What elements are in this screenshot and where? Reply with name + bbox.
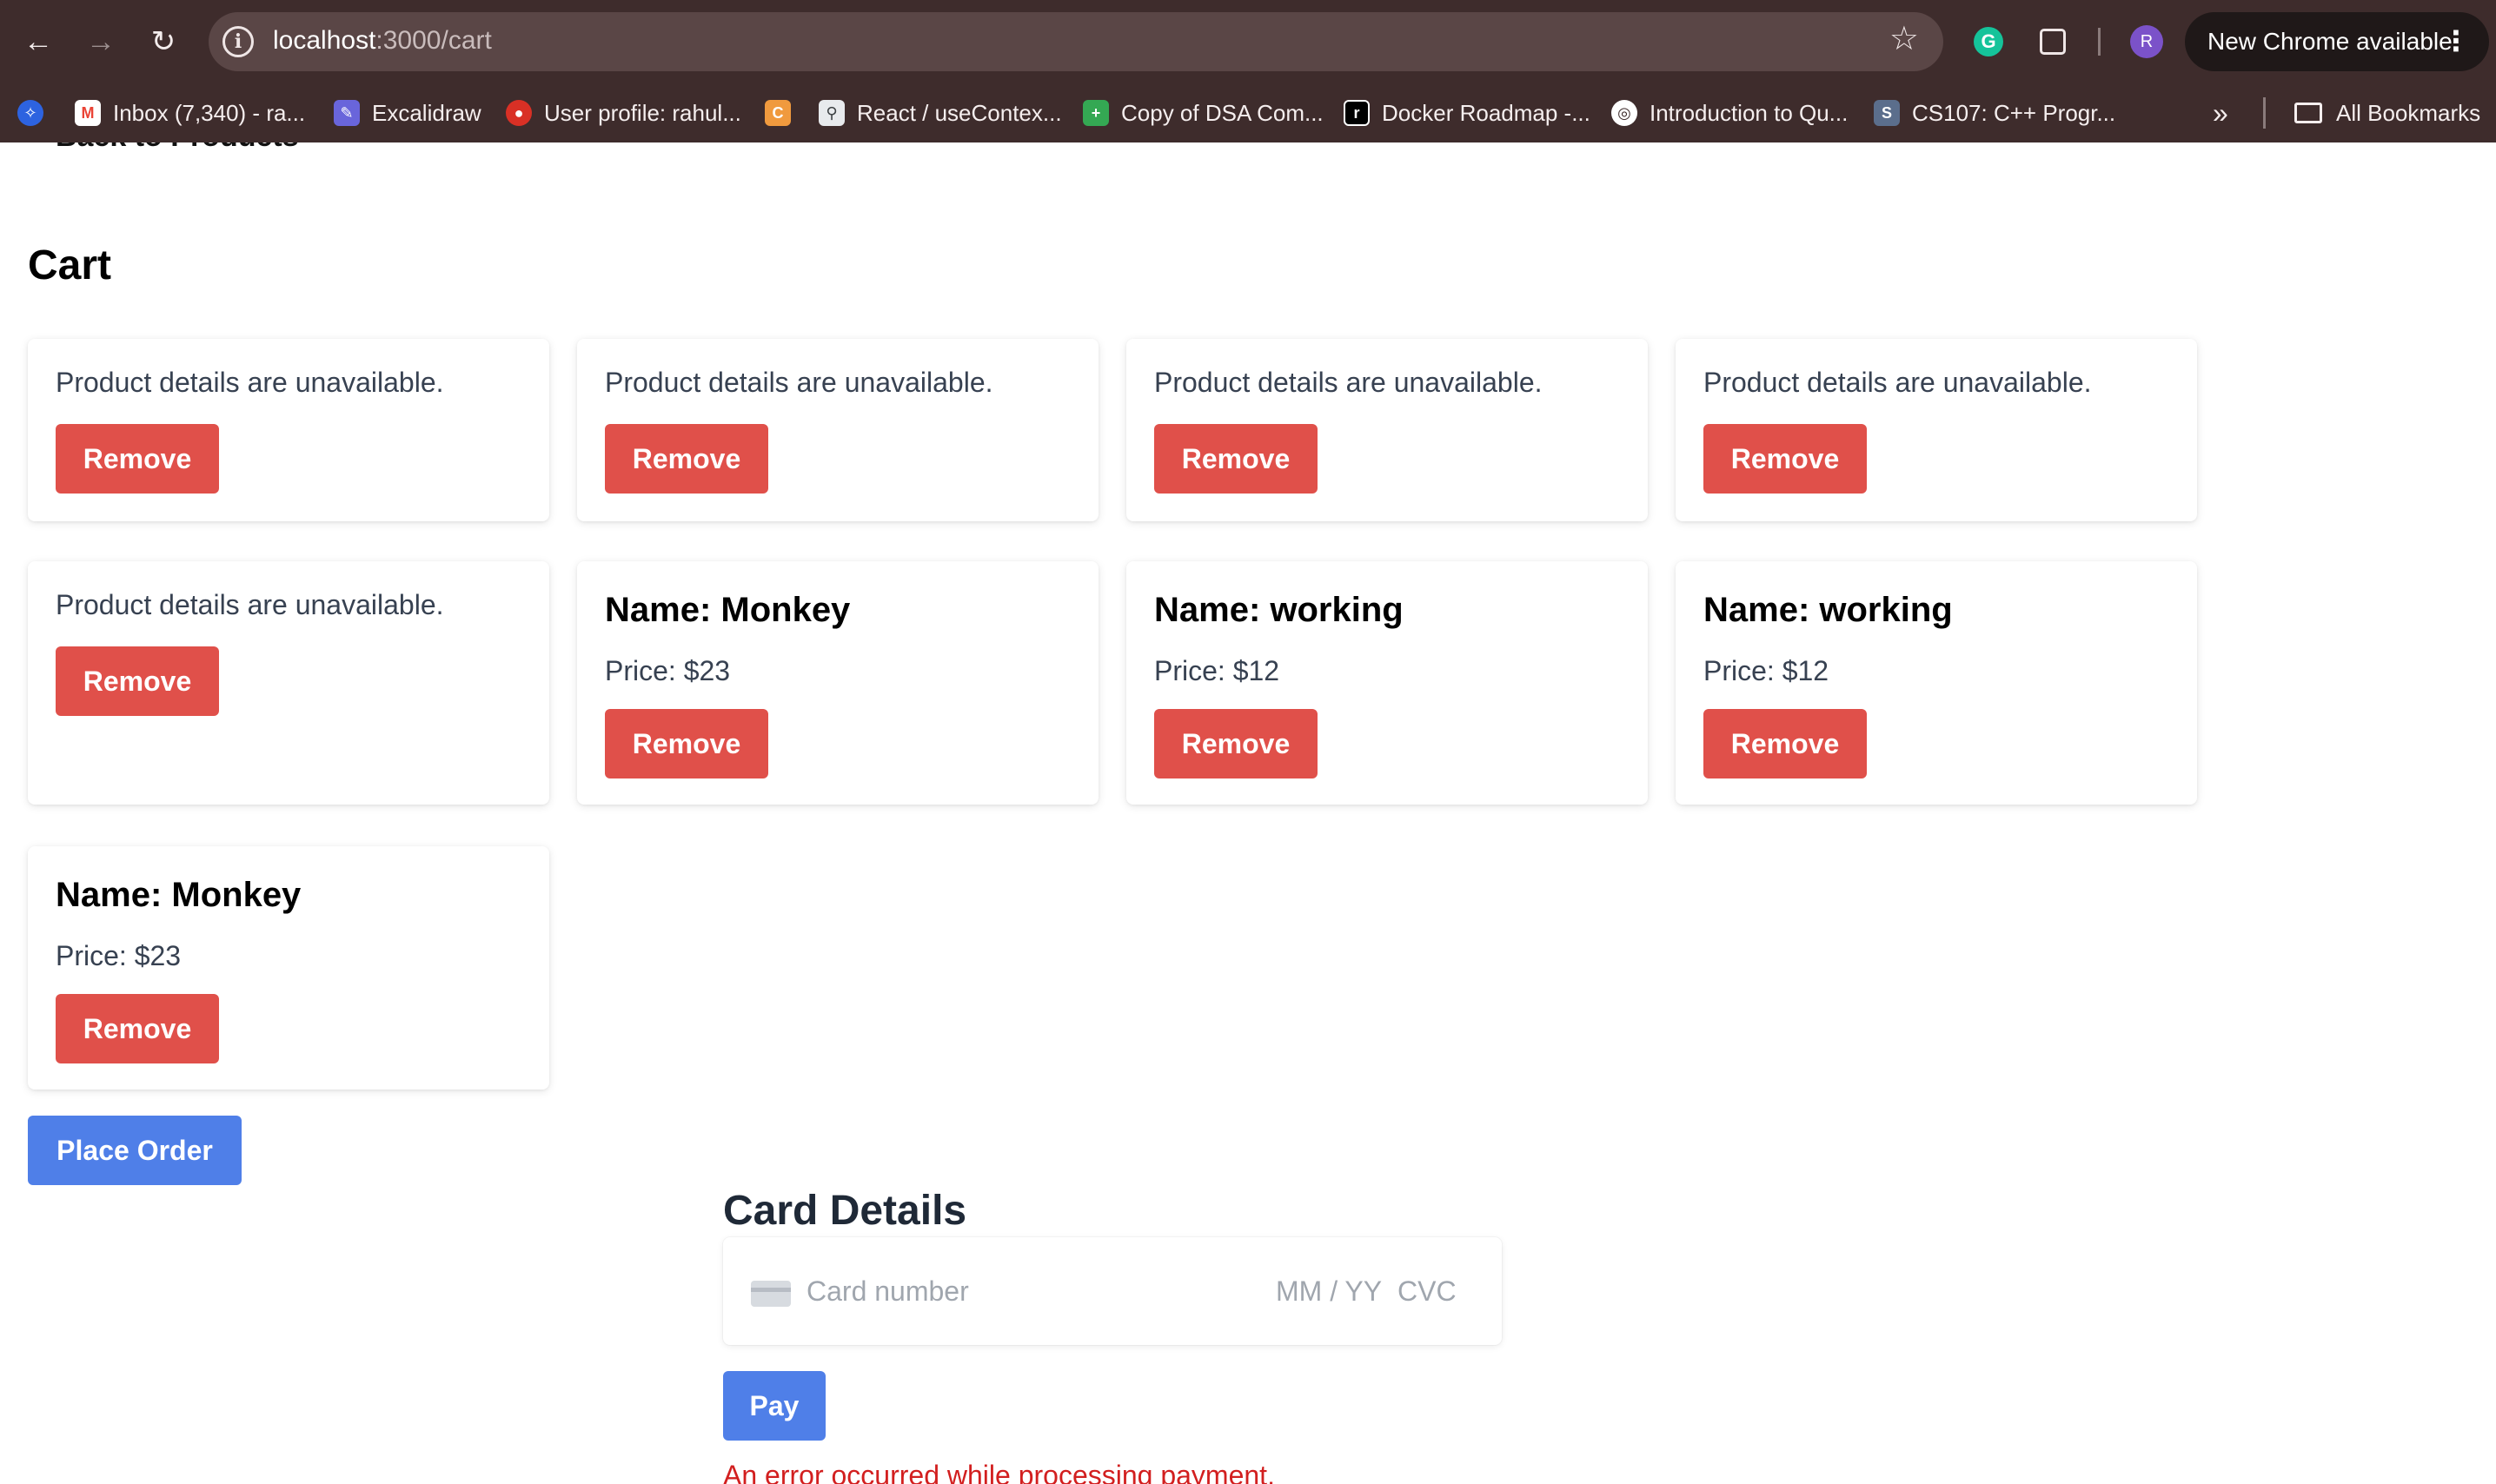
product-name: Name: Monkey <box>56 876 302 914</box>
folder-icon <box>2294 103 2322 123</box>
cart-item-card: Product details are unavailable. Remove <box>1676 339 2197 521</box>
extensions-puzzle-icon[interactable] <box>2032 21 2074 63</box>
toolbar-divider <box>2098 28 2101 56</box>
bookmark-dsa-sheet[interactable]: + Copy of DSA Com... <box>1083 96 1324 130</box>
address-bar[interactable]: i localhost:3000/cart ☆ <box>209 12 1943 71</box>
codechef-icon: C <box>765 100 791 126</box>
forward-arrow-icon[interactable]: → <box>80 21 122 63</box>
bookmark-introduction[interactable]: ◎ Introduction to Qu... <box>1611 96 1848 130</box>
bookmark-inbox[interactable]: M Inbox (7,340) - ra... <box>75 96 305 130</box>
cart-item-card: Name: working Price: $12 Remove <box>1126 561 1648 805</box>
remove-button[interactable]: Remove <box>1154 424 1318 494</box>
card-details-heading: Card Details <box>723 1188 967 1234</box>
browser-chrome: ← → ↻ i localhost:3000/cart ☆ G R New Ch… <box>0 0 2496 142</box>
remove-button[interactable]: Remove <box>1703 709 1867 778</box>
credit-card-icon <box>751 1281 791 1307</box>
excalidraw-icon: ✎ <box>334 100 360 126</box>
page-title: Cart <box>28 242 112 288</box>
product-price: Price: $12 <box>1703 655 1829 686</box>
profile-site-icon: ● <box>506 100 532 126</box>
remove-button[interactable]: Remove <box>605 709 768 778</box>
remove-button[interactable]: Remove <box>1154 709 1318 778</box>
expiry-field[interactable]: MM / YY <box>1276 1275 1382 1308</box>
bookmark-docker-roadmap[interactable]: r Docker Roadmap -... <box>1344 96 1590 130</box>
cart-item-card: Product details are unavailable. Remove <box>577 339 1099 521</box>
card-number-field[interactable]: Card number <box>807 1275 969 1308</box>
chrome-update-button[interactable]: New Chrome available ⋮ <box>2185 12 2489 71</box>
unavailable-message: Product details are unavailable. <box>1703 367 2092 398</box>
remove-button[interactable]: Remove <box>56 424 219 494</box>
all-bookmarks-button[interactable]: All Bookmarks <box>2294 96 2480 130</box>
place-order-button[interactable]: Place Order <box>28 1116 242 1185</box>
cart-item-card: Name: Monkey Price: $23 Remove <box>28 846 549 1090</box>
gmail-icon: M <box>75 100 101 126</box>
cart-page: Back to Products Cart Product details ar… <box>0 142 2496 1484</box>
bookmarks-bar: ✧ M Inbox (7,340) - ra... ✎ Excalidraw ●… <box>0 83 2496 142</box>
bookmark-cs107[interactable]: S CS107: C++ Progr... <box>1874 96 2115 130</box>
bookmarks-divider <box>2263 97 2266 129</box>
bookmark-user-profile[interactable]: ● User profile: rahul... <box>506 96 741 130</box>
remove-button[interactable]: Remove <box>605 424 768 494</box>
browser-toolbar: ← → ↻ i localhost:3000/cart ☆ G R New Ch… <box>0 0 2496 83</box>
bookmark-excalidraw[interactable]: ✎ Excalidraw <box>334 96 481 130</box>
unavailable-message: Product details are unavailable. <box>605 367 993 398</box>
bluetooth-extension-icon[interactable]: ✧ <box>17 96 56 130</box>
unavailable-message: Product details are unavailable. <box>56 589 444 620</box>
search-doc-icon: ⚲ <box>819 100 845 126</box>
bookmark-star-icon[interactable]: ☆ <box>1889 23 1919 56</box>
remove-button[interactable]: Remove <box>1703 424 1867 494</box>
payment-error-message: An error occurred while processing payme… <box>723 1460 1275 1484</box>
bluetooth-icon: ✧ <box>17 100 43 126</box>
site-info-icon[interactable]: i <box>222 26 254 57</box>
remove-button[interactable]: Remove <box>56 994 219 1063</box>
more-bookmarks-chevron-icon[interactable]: » <box>2213 99 2228 127</box>
unavailable-message: Product details are unavailable. <box>1154 367 1543 398</box>
reload-icon[interactable]: ↻ <box>143 21 184 63</box>
card-input-field[interactable]: Card number MM / YY CVC <box>723 1237 1502 1345</box>
bookmark-react-usecontext[interactable]: ⚲ React / useContex... <box>819 96 1062 130</box>
address-url[interactable]: localhost:3000/cart <box>273 26 492 56</box>
stanford-icon: S <box>1874 100 1900 126</box>
update-label: New Chrome available <box>2207 28 2453 55</box>
cart-item-card: Product details are unavailable. Remove <box>1126 339 1648 521</box>
unavailable-message: Product details are unavailable. <box>56 367 444 398</box>
globe-icon: ◎ <box>1611 100 1637 126</box>
cart-item-card: Product details are unavailable. Remove <box>28 339 549 521</box>
product-price: Price: $12 <box>1154 655 1280 686</box>
sheets-icon: + <box>1083 100 1109 126</box>
product-name: Name: Monkey <box>605 591 851 629</box>
product-name: Name: working <box>1154 591 1404 629</box>
product-price: Price: $23 <box>56 940 182 971</box>
product-price: Price: $23 <box>605 655 731 686</box>
profile-avatar[interactable]: R <box>2126 21 2167 63</box>
back-to-products-link[interactable]: Back to Products <box>56 142 299 154</box>
pay-button[interactable]: Pay <box>723 1371 826 1441</box>
cart-item-card: Product details are unavailable. Remove <box>28 561 549 805</box>
grammarly-extension-icon[interactable]: G <box>1968 21 2009 63</box>
cvc-field[interactable]: CVC <box>1397 1275 1457 1308</box>
kebab-menu-icon[interactable]: ⋮ <box>2442 24 2470 57</box>
roadmap-icon: r <box>1344 100 1370 126</box>
product-name: Name: working <box>1703 591 1953 629</box>
remove-button[interactable]: Remove <box>56 646 219 716</box>
bookmark-untitled[interactable]: C <box>765 96 803 130</box>
cart-item-card: Name: Monkey Price: $23 Remove <box>577 561 1099 805</box>
cart-item-card: Name: working Price: $12 Remove <box>1676 561 2197 805</box>
back-arrow-icon[interactable]: ← <box>17 21 59 63</box>
